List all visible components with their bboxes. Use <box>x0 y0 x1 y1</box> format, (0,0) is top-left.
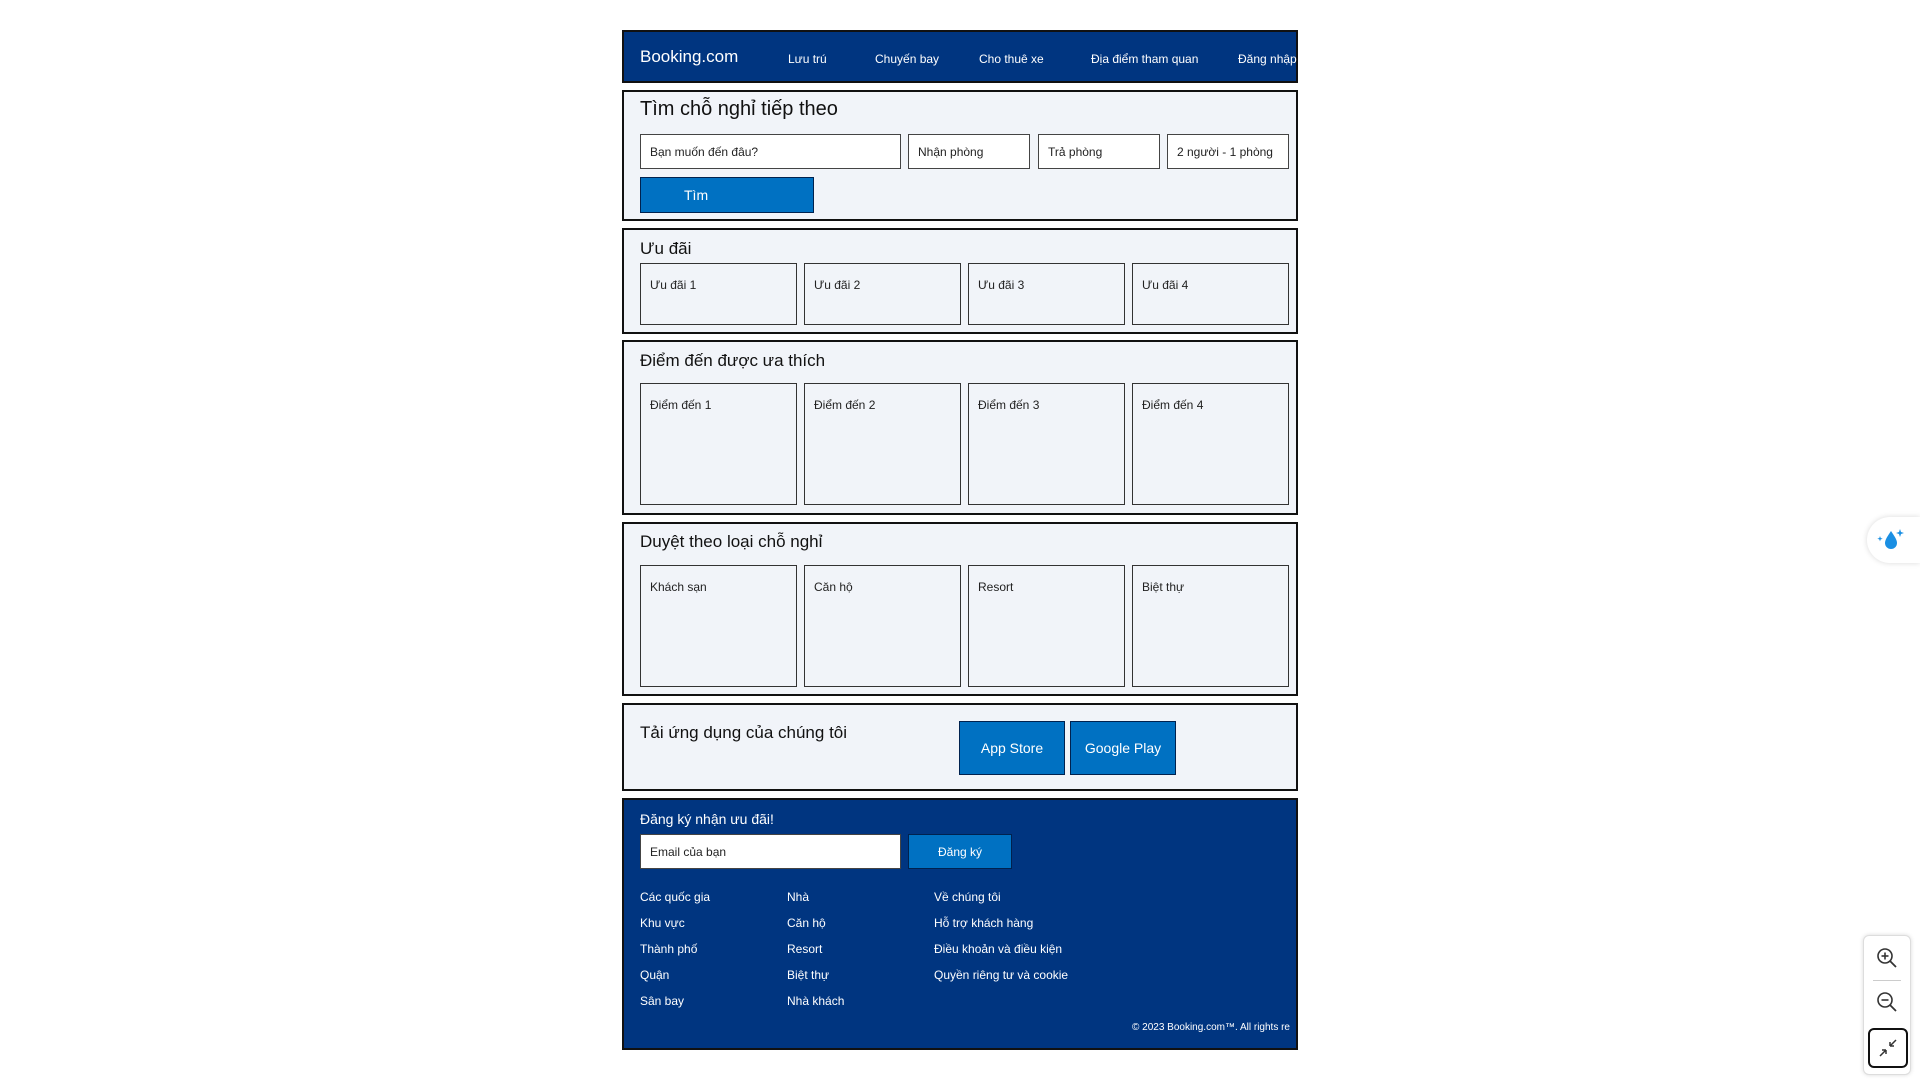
deal-card[interactable]: Ưu đãi 4 <box>1132 263 1289 325</box>
footer-link[interactable]: Điều khoản và điều kiện <box>934 942 1062 956</box>
nav-stays[interactable]: Lưu trú <box>788 32 827 85</box>
logo[interactable]: Booking.com <box>640 47 738 67</box>
zoom-in-icon[interactable] <box>1871 942 1903 974</box>
newsletter-email-input[interactable]: Email của bạn <box>640 834 901 869</box>
search-button[interactable]: Tìm <box>640 177 814 213</box>
newsletter-title: Đăng ký nhận ưu đãi! <box>640 811 774 827</box>
destination-card[interactable]: Điểm đến 3 <box>968 383 1125 505</box>
footer-link[interactable]: Căn hộ <box>787 916 826 930</box>
app-store-button[interactable]: App Store <box>959 721 1065 775</box>
footer: Đăng ký nhận ưu đãi! Email của bạn Đăng … <box>622 798 1298 1050</box>
footer-link[interactable]: Khu vực <box>640 916 685 930</box>
footer-link[interactable]: Biệt thự <box>787 968 829 982</box>
footer-link[interactable]: Thành phố <box>640 942 697 956</box>
destination-card[interactable]: Điểm đến 1 <box>640 383 797 505</box>
footer-link[interactable]: Sân bay <box>640 994 684 1008</box>
deal-card[interactable]: Ưu đãi 1 <box>640 263 797 325</box>
app-title: Tải ứng dụng của chúng tôi <box>640 723 848 742</box>
deals-title: Ưu đãi <box>640 239 692 258</box>
zoom-controls <box>1863 935 1911 1075</box>
property-types-panel: Duyệt theo loại chỗ nghỉ Khách sạn Căn h… <box>622 522 1298 696</box>
footer-link[interactable]: Về chúng tôi <box>934 890 1001 904</box>
search-title: Tìm chỗ nghỉ tiếp theo <box>640 98 838 120</box>
ai-assistant-button[interactable] <box>1867 517 1920 563</box>
search-panel: Tìm chỗ nghỉ tiếp theo Bạn muốn đến đâu?… <box>622 90 1298 221</box>
footer-link[interactable]: Nhà <box>787 890 809 904</box>
destinations-panel: Điểm đến được ưa thích Điểm đến 1 Điểm đ… <box>622 340 1298 515</box>
destination-card[interactable]: Điểm đến 4 <box>1132 383 1289 505</box>
subscribe-button[interactable]: Đăng ký <box>908 834 1012 869</box>
deal-card[interactable]: Ưu đãi 3 <box>968 263 1125 325</box>
nav-login[interactable]: Đăng nhập <box>1238 32 1297 85</box>
property-type-card-apartment[interactable]: Căn hộ <box>804 565 961 687</box>
zoom-out-icon[interactable] <box>1871 986 1903 1018</box>
property-type-card-resort[interactable]: Resort <box>968 565 1125 687</box>
footer-link[interactable]: Resort <box>787 942 822 956</box>
checkout-input[interactable]: Trả phòng <box>1038 134 1160 169</box>
destination-input[interactable]: Bạn muốn đến đâu? <box>640 134 901 169</box>
guests-select[interactable]: 2 người - 1 phòng <box>1167 134 1289 169</box>
google-play-button[interactable]: Google Play <box>1070 721 1176 775</box>
property-types-title: Duyệt theo loại chỗ nghỉ <box>640 532 823 551</box>
top-header: Booking.com Lưu trú Chuyến bay Cho thuê … <box>622 30 1298 83</box>
nav-car-rental[interactable]: Cho thuê xe <box>979 32 1044 85</box>
footer-link[interactable]: Các quốc gia <box>640 890 710 904</box>
destination-card[interactable]: Điểm đến 2 <box>804 383 961 505</box>
nav-attractions[interactable]: Địa điểm tham quan <box>1091 32 1198 85</box>
destinations-title: Điểm đến được ưa thích <box>640 351 826 370</box>
footer-link[interactable]: Nhà khách <box>787 994 844 1008</box>
footer-link[interactable]: Quyền riêng tư và cookie <box>934 968 1068 982</box>
deal-card[interactable]: Ưu đãi 2 <box>804 263 961 325</box>
deals-panel: Ưu đãi Ưu đãi 1 Ưu đãi 2 Ưu đãi 3 Ưu đãi… <box>622 228 1298 334</box>
app-download-panel: Tải ứng dụng của chúng tôi App Store Goo… <box>622 703 1298 791</box>
property-type-card-hotel[interactable]: Khách sạn <box>640 565 797 687</box>
nav-flights[interactable]: Chuyến bay <box>875 32 939 85</box>
property-type-card-villa[interactable]: Biệt thự <box>1132 565 1289 687</box>
footer-link[interactable]: Quận <box>640 968 669 982</box>
copyright: © 2023 Booking.com™. All rights re <box>1132 1022 1290 1033</box>
checkin-input[interactable]: Nhận phòng <box>908 134 1030 169</box>
zoom-divider <box>1873 980 1901 981</box>
fit-to-screen-icon[interactable] <box>1868 1028 1908 1068</box>
ai-sparkle-droplet-icon <box>1876 527 1906 558</box>
footer-link[interactable]: Hỗ trợ khách hàng <box>934 916 1033 930</box>
